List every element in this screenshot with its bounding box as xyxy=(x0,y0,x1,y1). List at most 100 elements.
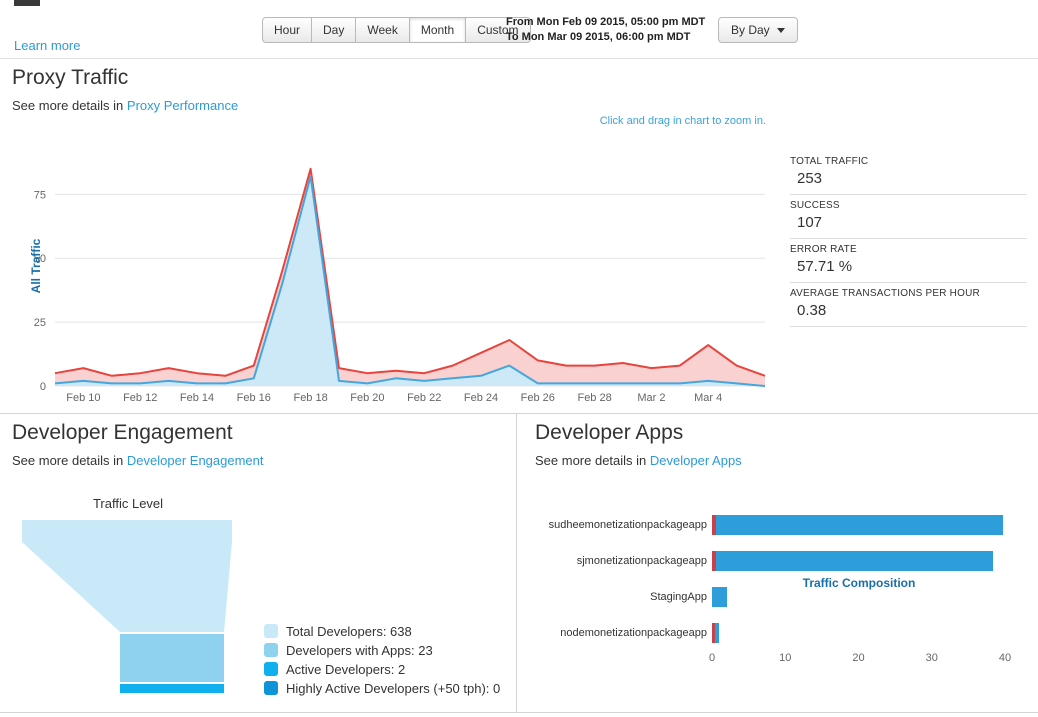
funnel-legend: Total Developers: 638 Developers with Ap… xyxy=(264,624,500,700)
stat-label: AVERAGE TRANSACTIONS PER HOUR xyxy=(790,288,980,299)
legend-item: Active Developers: 2 xyxy=(264,661,500,677)
stat-row: ERROR RATE 57.71 % xyxy=(790,239,1027,283)
x-tick-label: Feb 26 xyxy=(521,392,555,404)
learn-more-link[interactable]: Learn more xyxy=(14,38,80,53)
funnel-segment-with-apps[interactable] xyxy=(120,634,224,682)
page-title: Proxy Traffic xyxy=(12,66,129,89)
x-tick-label: Feb 20 xyxy=(350,392,384,404)
stat-row: AVERAGE TRANSACTIONS PER HOUR 0.38 xyxy=(790,283,1027,327)
toolbar: Learn more Hour Day Week Month Custom From M… xyxy=(0,0,1038,59)
developer-apps-section: Developer Apps See more details in Devel… xyxy=(517,414,1038,712)
x-tick-label: Feb 18 xyxy=(293,392,327,404)
developer-apps-title: Developer Apps xyxy=(535,421,684,444)
app-bar-label: sjmonetizationpackageapp xyxy=(576,555,707,567)
app-bar[interactable] xyxy=(712,623,720,643)
funnel-segment-total[interactable] xyxy=(22,520,232,542)
subtitle-text: See more details in xyxy=(12,98,124,113)
funnel-segment-total-taper[interactable] xyxy=(22,542,232,632)
legend-label: Active Developers: 2 xyxy=(286,661,406,677)
granularity-label: By Day xyxy=(731,23,770,37)
x-tick-label: 10 xyxy=(779,652,792,664)
funnel-title: Traffic Level xyxy=(92,496,164,511)
proxy-traffic-chart[interactable]: 0255075Feb 10 Feb 12 Feb 14 Feb 16 Feb 18 Feb… xyxy=(0,147,772,413)
date-to: To Mon Mar 09 2015, 06:00 pm MDT xyxy=(506,31,691,43)
stat-row: TOTAL TRAFFIC 253 xyxy=(790,151,1027,195)
logo-cutoff xyxy=(14,0,40,6)
legend-swatch xyxy=(264,624,278,638)
subtitle-text: See more details in xyxy=(535,453,647,468)
apps-x-axis-label: Traffic Composition xyxy=(802,576,916,590)
developer-engagement-subtitle: See more details in Developer Engagement xyxy=(12,453,264,468)
app-bar[interactable] xyxy=(712,587,727,607)
x-tick-label: Feb 28 xyxy=(577,392,611,404)
time-range-button-group: Hour Day Week Month Custom xyxy=(262,17,531,43)
stat-label: ERROR RATE xyxy=(790,244,857,255)
series-line-success[interactable] xyxy=(54,175,766,387)
x-tick-label: Feb 12 xyxy=(123,392,157,404)
developer-engagement-link[interactable]: Developer Engagement xyxy=(127,453,264,468)
series-area-success xyxy=(55,176,765,386)
legend-swatch xyxy=(264,681,278,695)
range-button-hour[interactable]: Hour xyxy=(262,17,313,43)
series-line-all-traffic[interactable] xyxy=(54,167,766,377)
y-tick-label: 0 xyxy=(40,381,46,393)
x-tick-label: 0 xyxy=(708,652,716,664)
stat-value: 57.71 % xyxy=(797,258,853,275)
proxy-subtitle: See more details in Proxy Performance xyxy=(12,98,238,113)
x-tick-label: Mar 4 xyxy=(694,392,722,404)
x-tick-label: 30 xyxy=(925,652,938,664)
x-tick-label: Feb 22 xyxy=(407,392,441,404)
x-tick-label: Feb 16 xyxy=(237,392,271,404)
stat-value: 107 xyxy=(797,214,823,231)
series-area-all-traffic xyxy=(55,168,765,386)
range-button-week[interactable]: Week xyxy=(355,17,410,43)
app-bar-label: sudheemonetizationpackageapp xyxy=(548,519,707,531)
proxy-traffic-section: Proxy Traffic See more details in Proxy … xyxy=(0,59,1038,414)
date-from: From Mon Feb 09 2015, 05:00 pm MDT xyxy=(506,16,706,28)
x-tick-label: 20 xyxy=(852,652,865,664)
bar-segment-success xyxy=(712,587,727,607)
legend-swatch xyxy=(264,643,278,657)
app-bar[interactable] xyxy=(712,515,1004,535)
x-tick-label: Mar 2 xyxy=(637,392,665,404)
legend-item: Highly Active Developers (+50 tph): 0 xyxy=(264,681,500,696)
developer-engagement-title: Developer Engagement xyxy=(12,421,233,444)
x-tick-label: Feb 24 xyxy=(464,392,498,404)
developer-apps-chart: sudheemonetizationpackageapp sjmonetizat… xyxy=(517,510,1037,700)
funnel-segment-active[interactable] xyxy=(120,684,224,693)
bottom-row: Developer Engagement See more details in… xyxy=(0,414,1038,713)
y-tick-label: 25 xyxy=(34,317,46,329)
legend-item: Developers with Apps: 23 xyxy=(264,642,500,658)
subtitle-text: See more details in xyxy=(12,453,124,468)
y-axis-label: All Traffic xyxy=(29,238,43,294)
stat-row: SUCCESS 107 xyxy=(790,195,1027,239)
granularity-dropdown[interactable]: By Day xyxy=(718,17,798,43)
x-tick-label: Feb 14 xyxy=(180,392,214,404)
x-tick-label: Feb 10 xyxy=(66,392,100,404)
legend-label: Total Developers: 638 xyxy=(286,623,412,639)
stat-label: TOTAL TRAFFIC xyxy=(790,156,869,167)
developer-apps-link[interactable]: Developer Apps xyxy=(650,453,742,468)
bar-segment-success xyxy=(714,623,720,643)
chevron-down-icon xyxy=(776,27,785,33)
app-bar[interactable] xyxy=(712,551,994,571)
bar-segment-success xyxy=(716,551,994,571)
app-bar-label: StagingApp xyxy=(650,591,707,603)
stat-value: 0.38 xyxy=(797,302,827,319)
proxy-performance-link[interactable]: Proxy Performance xyxy=(127,98,238,113)
date-range-text: From Mon Feb 09 2015, 05:00 pm MDT To Mo… xyxy=(506,15,705,45)
legend-swatch xyxy=(264,662,278,676)
y-tick-label: 75 xyxy=(34,189,46,201)
legend-label: Developers with Apps: 23 xyxy=(286,642,433,658)
zoom-hint-text: Click and drag in chart to zoom in. xyxy=(599,115,766,127)
traffic-stats-panel: TOTAL TRAFFIC 253 SUCCESS 107 ERROR RATE… xyxy=(790,151,1027,327)
developer-engagement-section: Developer Engagement See more details in… xyxy=(0,414,517,712)
stat-label: SUCCESS xyxy=(790,200,840,211)
traffic-level-funnel[interactable] xyxy=(20,510,260,700)
range-button-day[interactable]: Day xyxy=(311,17,357,43)
x-tick-label: 40 xyxy=(998,652,1012,664)
stat-value: 253 xyxy=(797,170,823,187)
range-button-month[interactable]: Month xyxy=(408,17,467,43)
developer-apps-subtitle: See more details in Developer Apps xyxy=(535,453,742,468)
bar-segment-success xyxy=(716,515,1004,535)
